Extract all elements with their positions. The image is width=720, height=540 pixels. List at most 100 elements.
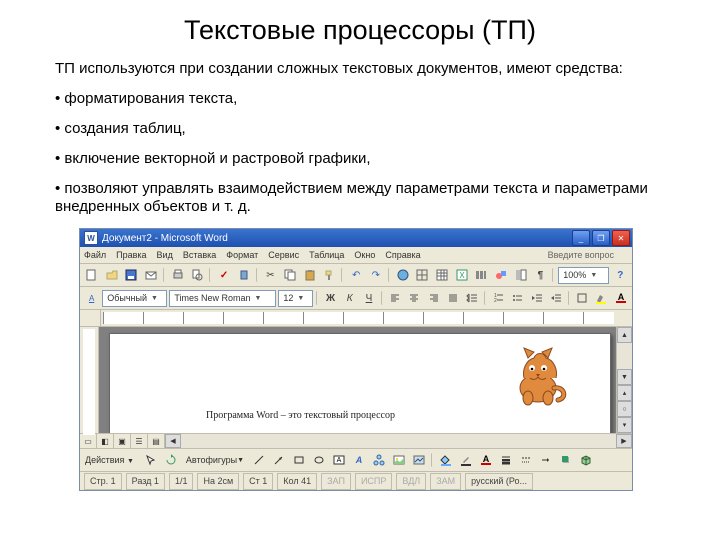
menu-view[interactable]: Вид (157, 250, 173, 260)
print-icon[interactable] (169, 266, 187, 284)
arrow-icon[interactable] (270, 451, 288, 469)
scroll-left-icon[interactable]: ◀ (165, 434, 181, 448)
select-objects-icon[interactable] (142, 451, 160, 469)
tables-borders-icon[interactable] (413, 266, 431, 284)
scroll-right-icon[interactable]: ▶ (616, 434, 632, 448)
new-doc-icon[interactable] (83, 266, 101, 284)
menu-edit[interactable]: Правка (116, 250, 146, 260)
ask-question-box[interactable]: Введите вопрос (544, 250, 618, 260)
line-icon[interactable] (250, 451, 268, 469)
minimize-button[interactable]: _ (572, 230, 590, 246)
normal-view-icon[interactable]: ▭ (80, 434, 97, 448)
font-combo[interactable]: Times New Roman▼ (169, 290, 276, 307)
document-area[interactable]: Программа Word – это текстовый процессор (99, 327, 616, 433)
print-layout-view-icon[interactable]: ▣ (114, 434, 131, 448)
format-painter-icon[interactable] (321, 266, 339, 284)
oval-icon[interactable] (310, 451, 328, 469)
font-color-draw-icon[interactable]: A (477, 451, 495, 469)
maximize-button[interactable]: ❐ (592, 230, 610, 246)
3d-icon[interactable] (577, 451, 595, 469)
clipart-icon[interactable] (390, 451, 408, 469)
numbering-icon[interactable]: 12 (490, 289, 507, 307)
web-view-icon[interactable]: ◧ (97, 434, 114, 448)
open-icon[interactable] (103, 266, 121, 284)
horizontal-scrollbar[interactable]: ◀ ▶ (165, 434, 632, 448)
close-button[interactable]: ✕ (612, 230, 630, 246)
next-page-icon[interactable]: ▾ (617, 417, 632, 433)
zoom-combo[interactable]: 100%▼ (558, 267, 609, 284)
research-icon[interactable] (235, 266, 253, 284)
highlight-icon[interactable] (593, 289, 610, 307)
status-rec[interactable]: ЗАП (321, 473, 351, 490)
browse-object-icon[interactable]: ○ (617, 401, 632, 417)
align-right-icon[interactable] (425, 289, 442, 307)
vertical-ruler[interactable] (80, 327, 99, 433)
excel-icon[interactable]: X (453, 266, 471, 284)
docmap-icon[interactable] (512, 266, 530, 284)
cut-icon[interactable]: ✂ (262, 266, 280, 284)
fill-color-icon[interactable] (437, 451, 455, 469)
reading-view-icon[interactable]: ▤ (148, 434, 165, 448)
line-spacing-icon[interactable] (463, 289, 480, 307)
scroll-up-icon[interactable]: ▲ (617, 327, 632, 343)
rectangle-icon[interactable] (290, 451, 308, 469)
menu-table[interactable]: Таблица (309, 250, 344, 260)
style-combo[interactable]: Обычный▼ (102, 290, 167, 307)
status-language[interactable]: русский (Ро... (465, 473, 533, 490)
underline-icon[interactable]: Ч (360, 289, 377, 307)
wordart-icon[interactable]: A (350, 451, 368, 469)
status-trk[interactable]: ИСПР (355, 473, 392, 490)
undo-icon[interactable]: ↶ (347, 266, 365, 284)
spellcheck-icon[interactable]: ✓ (215, 266, 233, 284)
shadow-icon[interactable] (557, 451, 575, 469)
menu-insert[interactable]: Вставка (183, 250, 216, 260)
document-body-text[interactable]: Программа Word – это текстовый процессор (206, 410, 395, 421)
decrease-indent-icon[interactable] (528, 289, 545, 307)
arrow-style-icon[interactable] (537, 451, 555, 469)
insert-table-icon[interactable] (433, 266, 451, 284)
clipart-cat-image[interactable] (506, 344, 570, 408)
hyperlink-icon[interactable] (394, 266, 412, 284)
redo-icon[interactable]: ↷ (367, 266, 385, 284)
font-color-icon[interactable]: A (612, 289, 629, 307)
insert-picture-icon[interactable] (410, 451, 428, 469)
align-justify-icon[interactable] (444, 289, 461, 307)
textbox-icon[interactable]: A (330, 451, 348, 469)
menu-format[interactable]: Формат (226, 250, 258, 260)
prev-page-icon[interactable]: ▴ (617, 385, 632, 401)
show-marks-icon[interactable]: ¶ (532, 266, 550, 284)
scroll-down-icon[interactable]: ▼ (617, 369, 632, 385)
line-color-icon[interactable] (457, 451, 475, 469)
align-center-icon[interactable] (406, 289, 423, 307)
menu-help[interactable]: Справка (385, 250, 420, 260)
drawing-toggle-icon[interactable] (492, 266, 510, 284)
titlebar[interactable]: W Документ2 - Microsoft Word _ ❐ ✕ (80, 229, 632, 247)
draw-actions-menu[interactable]: Действия ▼ (83, 455, 140, 465)
increase-indent-icon[interactable] (547, 289, 564, 307)
align-left-icon[interactable] (387, 289, 404, 307)
horizontal-ruler[interactable] (80, 310, 632, 327)
menu-window[interactable]: Окно (354, 250, 375, 260)
paste-icon[interactable] (301, 266, 319, 284)
styles-pane-icon[interactable]: A (83, 289, 100, 307)
email-icon[interactable] (142, 266, 160, 284)
bullets-icon[interactable] (509, 289, 526, 307)
columns-icon[interactable] (473, 266, 491, 284)
menu-file[interactable]: Файл (84, 250, 106, 260)
vertical-scrollbar[interactable]: ▲ ▼ ▴ ○ ▾ (616, 327, 632, 433)
bold-icon[interactable]: Ж (322, 289, 339, 307)
rotate-icon[interactable] (162, 451, 180, 469)
font-size-combo[interactable]: 12▼ (278, 290, 313, 307)
save-icon[interactable] (122, 266, 140, 284)
autoshapes-menu[interactable]: Автофигуры ▼ (182, 455, 248, 465)
italic-icon[interactable]: К (341, 289, 358, 307)
status-ext[interactable]: ВДЛ (396, 473, 426, 490)
status-ovr[interactable]: ЗАМ (430, 473, 461, 490)
menu-tools[interactable]: Сервис (268, 250, 299, 260)
help-icon[interactable]: ? (611, 266, 629, 284)
line-style-icon[interactable] (497, 451, 515, 469)
copy-icon[interactable] (281, 266, 299, 284)
preview-icon[interactable] (188, 266, 206, 284)
dash-style-icon[interactable] (517, 451, 535, 469)
diagram-icon[interactable] (370, 451, 388, 469)
